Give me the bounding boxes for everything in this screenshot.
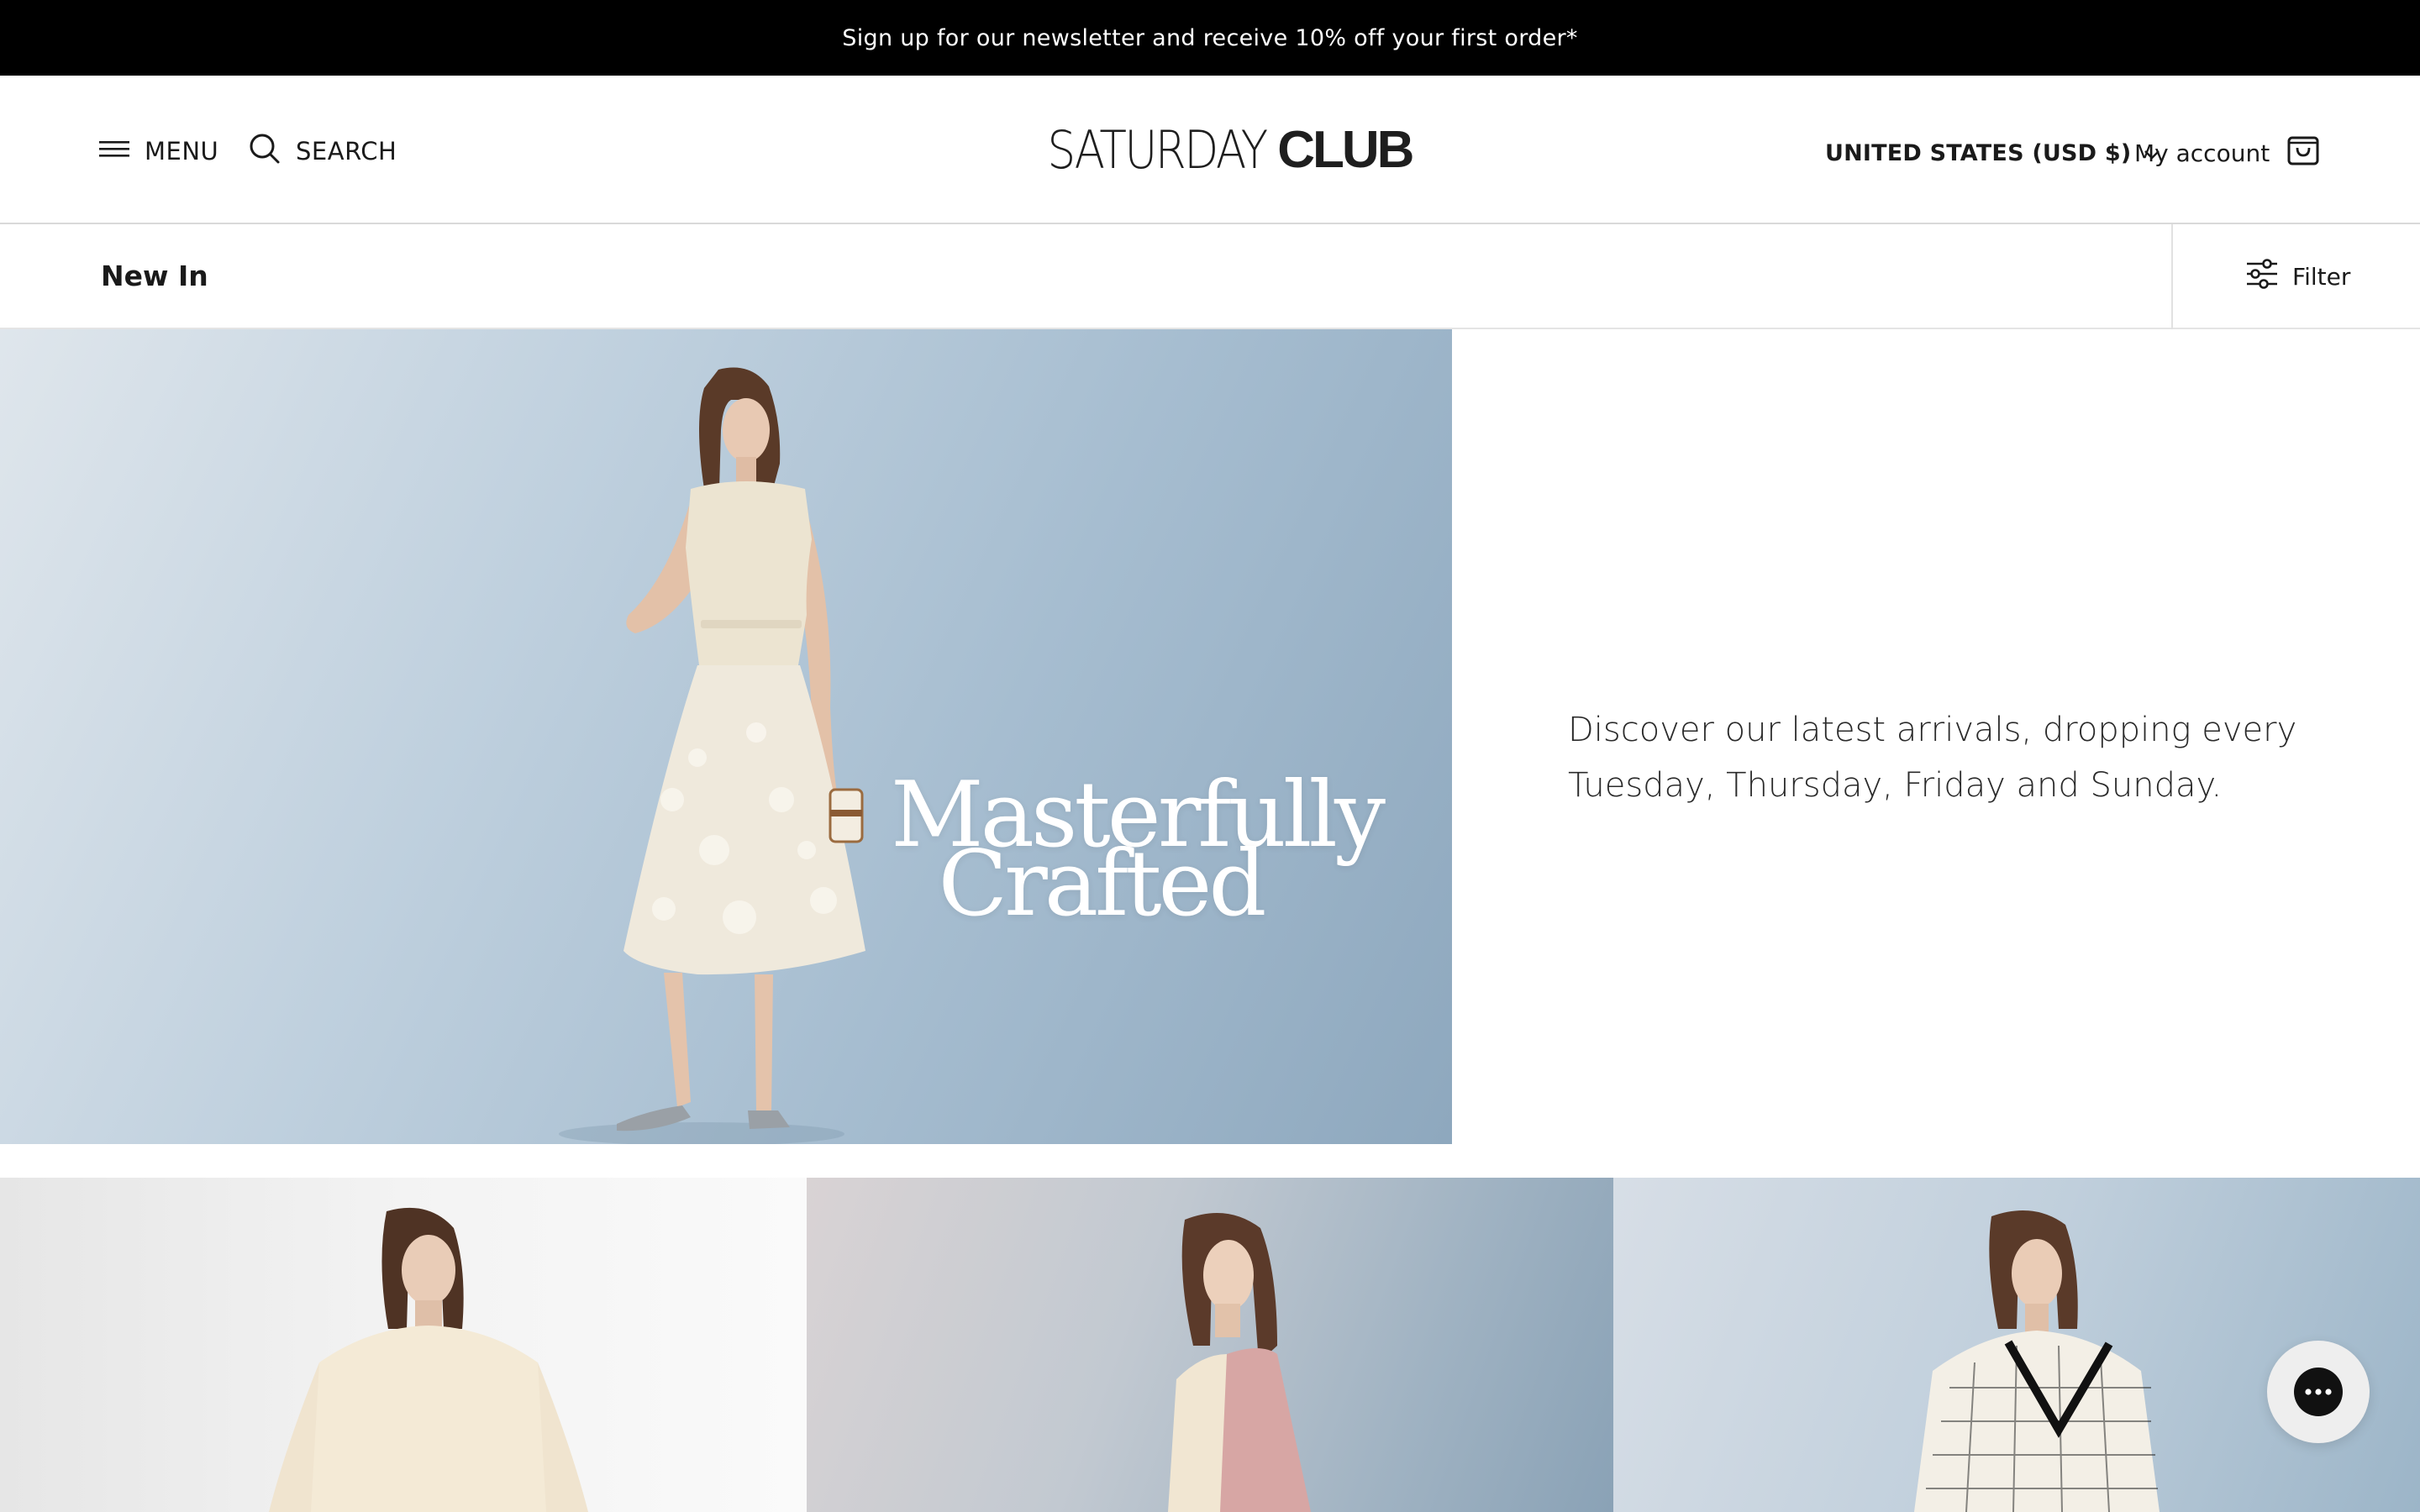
logo-text-bold: CLUB bbox=[1277, 120, 1414, 179]
country-label: UNITED STATES (USD $) bbox=[1825, 139, 2132, 166]
search-button[interactable]: SEARCH bbox=[249, 134, 397, 168]
product-image bbox=[1168, 1213, 1311, 1512]
logo-text-light: SATURDAY bbox=[1046, 118, 1268, 181]
account-label: My account bbox=[2134, 139, 2270, 167]
hamburger-icon bbox=[99, 137, 129, 165]
hero-overlay-headline: Masterfully Crafted bbox=[891, 770, 1386, 937]
overlay-line-2: Crafted bbox=[938, 832, 1266, 937]
newsletter-announcement-bar[interactable]: Sign up for our newsletter and receive 1… bbox=[0, 0, 2420, 76]
country-currency-selector[interactable]: UNITED STATES (USD $) bbox=[1825, 136, 2161, 170]
live-chat-button[interactable] bbox=[2267, 1341, 2370, 1443]
cart-button[interactable] bbox=[2286, 133, 2321, 168]
collection-title: New In bbox=[101, 260, 208, 292]
my-account-link[interactable]: My account bbox=[2134, 136, 2270, 170]
search-icon bbox=[249, 133, 281, 171]
menu-button[interactable]: MENU bbox=[99, 134, 218, 168]
product-image bbox=[269, 1207, 588, 1512]
announcement-text[interactable]: Sign up for our newsletter and receive 1… bbox=[842, 25, 1577, 51]
collection-bar: New In Filter bbox=[0, 224, 2420, 329]
shopping-bag-icon bbox=[2286, 131, 2320, 171]
product-tile[interactable] bbox=[0, 1178, 807, 1512]
filter-divider bbox=[2171, 224, 2173, 329]
filter-button[interactable]: Filter bbox=[2245, 258, 2350, 295]
hero-banner-image[interactable]: Masterfully Crafted bbox=[0, 329, 1452, 1144]
collection-description: Discover our latest arrivals, dropping e… bbox=[1568, 711, 2297, 805]
model-illustration bbox=[559, 367, 865, 1144]
filter-label: Filter bbox=[2292, 262, 2351, 291]
sliders-icon bbox=[2245, 258, 2279, 296]
product-tile[interactable] bbox=[807, 1178, 1613, 1512]
search-label: SEARCH bbox=[296, 137, 397, 165]
chat-bubble-icon bbox=[2294, 1368, 2343, 1416]
site-header: MENU SEARCH SATURDAY CLUB UNITED STATES … bbox=[0, 76, 2420, 224]
menu-label: MENU bbox=[145, 137, 219, 165]
saturday-club-logo[interactable]: SATURDAY CLUB bbox=[1018, 116, 1414, 183]
